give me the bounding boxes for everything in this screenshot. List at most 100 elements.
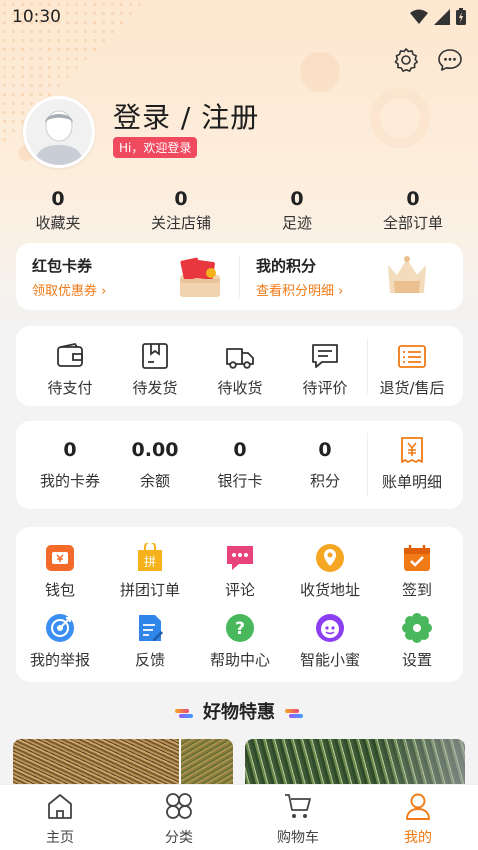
- wallet-my-coupons[interactable]: 0 我的卡券: [26, 439, 114, 491]
- wallet-bill-details[interactable]: 账单明细: [368, 435, 456, 492]
- stat-all-orders[interactable]: 0 全部订单: [358, 188, 468, 233]
- tool-group-buy-orders[interactable]: 拼 拼团订单: [106, 543, 194, 600]
- tool-settings[interactable]: 设置: [373, 613, 461, 670]
- tool-feedback[interactable]: 反馈: [106, 613, 194, 670]
- tool-label: 评论: [224, 581, 255, 599]
- points-subtitle: 查看积分明细: [256, 284, 335, 299]
- wallet-card: 0 我的卡券 0.00 余额 0 银行卡 0 积分 账单明细: [16, 421, 463, 509]
- tool-smart-assistant[interactable]: 智能小蜜: [286, 613, 374, 670]
- tab-label: 我的: [404, 830, 432, 846]
- order-pending-shipment[interactable]: 待发货: [111, 341, 199, 398]
- default-avatar-icon: [26, 99, 92, 165]
- tool-label: 收货地址: [299, 581, 360, 599]
- order-label: 待支付: [47, 379, 93, 397]
- promo-divider: [239, 255, 240, 298]
- box-icon: [142, 343, 168, 369]
- signal-icon: [434, 8, 450, 25]
- tool-help-center[interactable]: ? 帮助中心: [196, 613, 284, 670]
- svg-text:拼: 拼: [144, 555, 156, 569]
- stat-label: 全部订单: [382, 214, 443, 232]
- wallet-balance[interactable]: 0.00 余额: [111, 439, 199, 491]
- stat-label: 收藏夹: [35, 214, 81, 232]
- help-icon: ?: [226, 614, 254, 642]
- tab-label: 分类: [165, 830, 193, 846]
- wallet-label: 余额: [139, 472, 170, 490]
- wallet-label: 银行卡: [217, 472, 263, 490]
- return-list-icon: [398, 345, 426, 368]
- home-icon: [48, 794, 72, 819]
- chevron-right-icon: ›: [101, 284, 107, 299]
- settings-flower-icon: [402, 613, 432, 643]
- tab-cart[interactable]: 购物车: [253, 791, 343, 847]
- wallet-icon: [57, 342, 83, 367]
- order-pending-review[interactable]: 待评价: [281, 341, 369, 398]
- header-decoration: [300, 52, 340, 92]
- section-title: 好物特惠: [203, 702, 275, 723]
- wallet-value: 0: [318, 439, 332, 461]
- tab-category[interactable]: 分类: [134, 791, 224, 847]
- tool-my-reports[interactable]: 我的举报: [16, 613, 104, 670]
- group-buy-icon: 拼: [138, 543, 162, 571]
- section-decoration: [175, 709, 193, 718]
- order-label: 待评价: [302, 379, 348, 397]
- stat-followed-shops[interactable]: 0 关注店铺: [126, 188, 236, 233]
- coupon-title: 红包卡券: [32, 257, 93, 275]
- order-label: 退货/售后: [379, 379, 445, 397]
- points-entry[interactable]: 我的积分 查看积分明细 ›: [256, 255, 343, 299]
- order-label: 待收货: [217, 379, 263, 397]
- wallet-bank-cards[interactable]: 0 银行卡: [196, 439, 284, 491]
- wallet-label: 积分: [309, 472, 340, 490]
- comment-icon: [312, 344, 338, 368]
- stat-value: 0: [406, 188, 420, 210]
- order-pending-receipt[interactable]: 待收货: [196, 341, 284, 398]
- wallet-value: 0: [233, 439, 247, 461]
- tool-label: 钱包: [44, 581, 75, 599]
- product-image-inset: [179, 739, 233, 789]
- robot-icon: [316, 614, 344, 642]
- tab-mine[interactable]: 我的: [373, 791, 463, 847]
- tool-label: 我的举报: [29, 651, 90, 669]
- wifi-icon: [410, 9, 428, 24]
- order-returns[interactable]: 退货/售后: [368, 341, 456, 398]
- user-icon: [406, 793, 430, 820]
- avatar[interactable]: [23, 96, 95, 168]
- orders-card: 待支付 待发货 待收货 待评价 退货/售后: [16, 326, 463, 406]
- coupon-entry[interactable]: 红包卡券 领取优惠券 ›: [32, 255, 106, 299]
- tool-label: 设置: [401, 651, 432, 669]
- tab-home[interactable]: 主页: [15, 791, 105, 847]
- message-icon[interactable]: [436, 46, 464, 74]
- status-bar: 10:30: [0, 0, 478, 34]
- tool-check-in[interactable]: 签到: [373, 543, 461, 600]
- tool-label: 帮助中心: [209, 651, 270, 669]
- product-card-image[interactable]: [245, 739, 465, 789]
- stat-favorites[interactable]: 0 收藏夹: [3, 188, 113, 233]
- target-icon: [46, 614, 74, 642]
- stat-label: 足迹: [281, 214, 312, 232]
- welcome-badge: Hi，欢迎登录: [113, 137, 198, 158]
- tab-label: 主页: [46, 830, 74, 846]
- tool-shipping-address[interactable]: 收货地址: [286, 543, 374, 600]
- stat-footprints[interactable]: 0 足迹: [242, 188, 352, 233]
- tool-wallet[interactable]: 钱包: [16, 543, 104, 600]
- user-stats: 0 收藏夹 0 关注店铺 0 足迹 0 全部订单: [0, 188, 478, 238]
- wallet-bill-label: 账单明细: [381, 473, 442, 491]
- stat-label: 关注店铺: [150, 214, 211, 232]
- order-pending-payment[interactable]: 待支付: [26, 341, 114, 398]
- svg-text:?: ?: [235, 619, 245, 639]
- tool-label: 反馈: [134, 651, 165, 669]
- stat-value: 0: [290, 188, 304, 210]
- status-time: 10:30: [12, 7, 61, 27]
- login-register-link[interactable]: 登录 / 注册: [113, 96, 259, 136]
- stat-value: 0: [51, 188, 65, 210]
- calendar-check-icon: [404, 545, 430, 571]
- tool-label: 签到: [401, 581, 432, 599]
- tool-comments[interactable]: 评论: [196, 543, 284, 600]
- battery-icon: [456, 8, 466, 25]
- gear-icon[interactable]: [392, 46, 420, 74]
- wallet-points[interactable]: 0 积分: [281, 439, 369, 491]
- tools-card: 钱包 拼 拼团订单 评论 收货地址 签到 我的举报 反馈 ? 帮助中心 智能小蜜…: [16, 527, 463, 682]
- product-card-image[interactable]: [13, 739, 233, 789]
- product-image-shade: [375, 739, 465, 789]
- coupon-subtitle: 领取优惠券: [32, 284, 98, 299]
- chat-icon: [227, 546, 253, 570]
